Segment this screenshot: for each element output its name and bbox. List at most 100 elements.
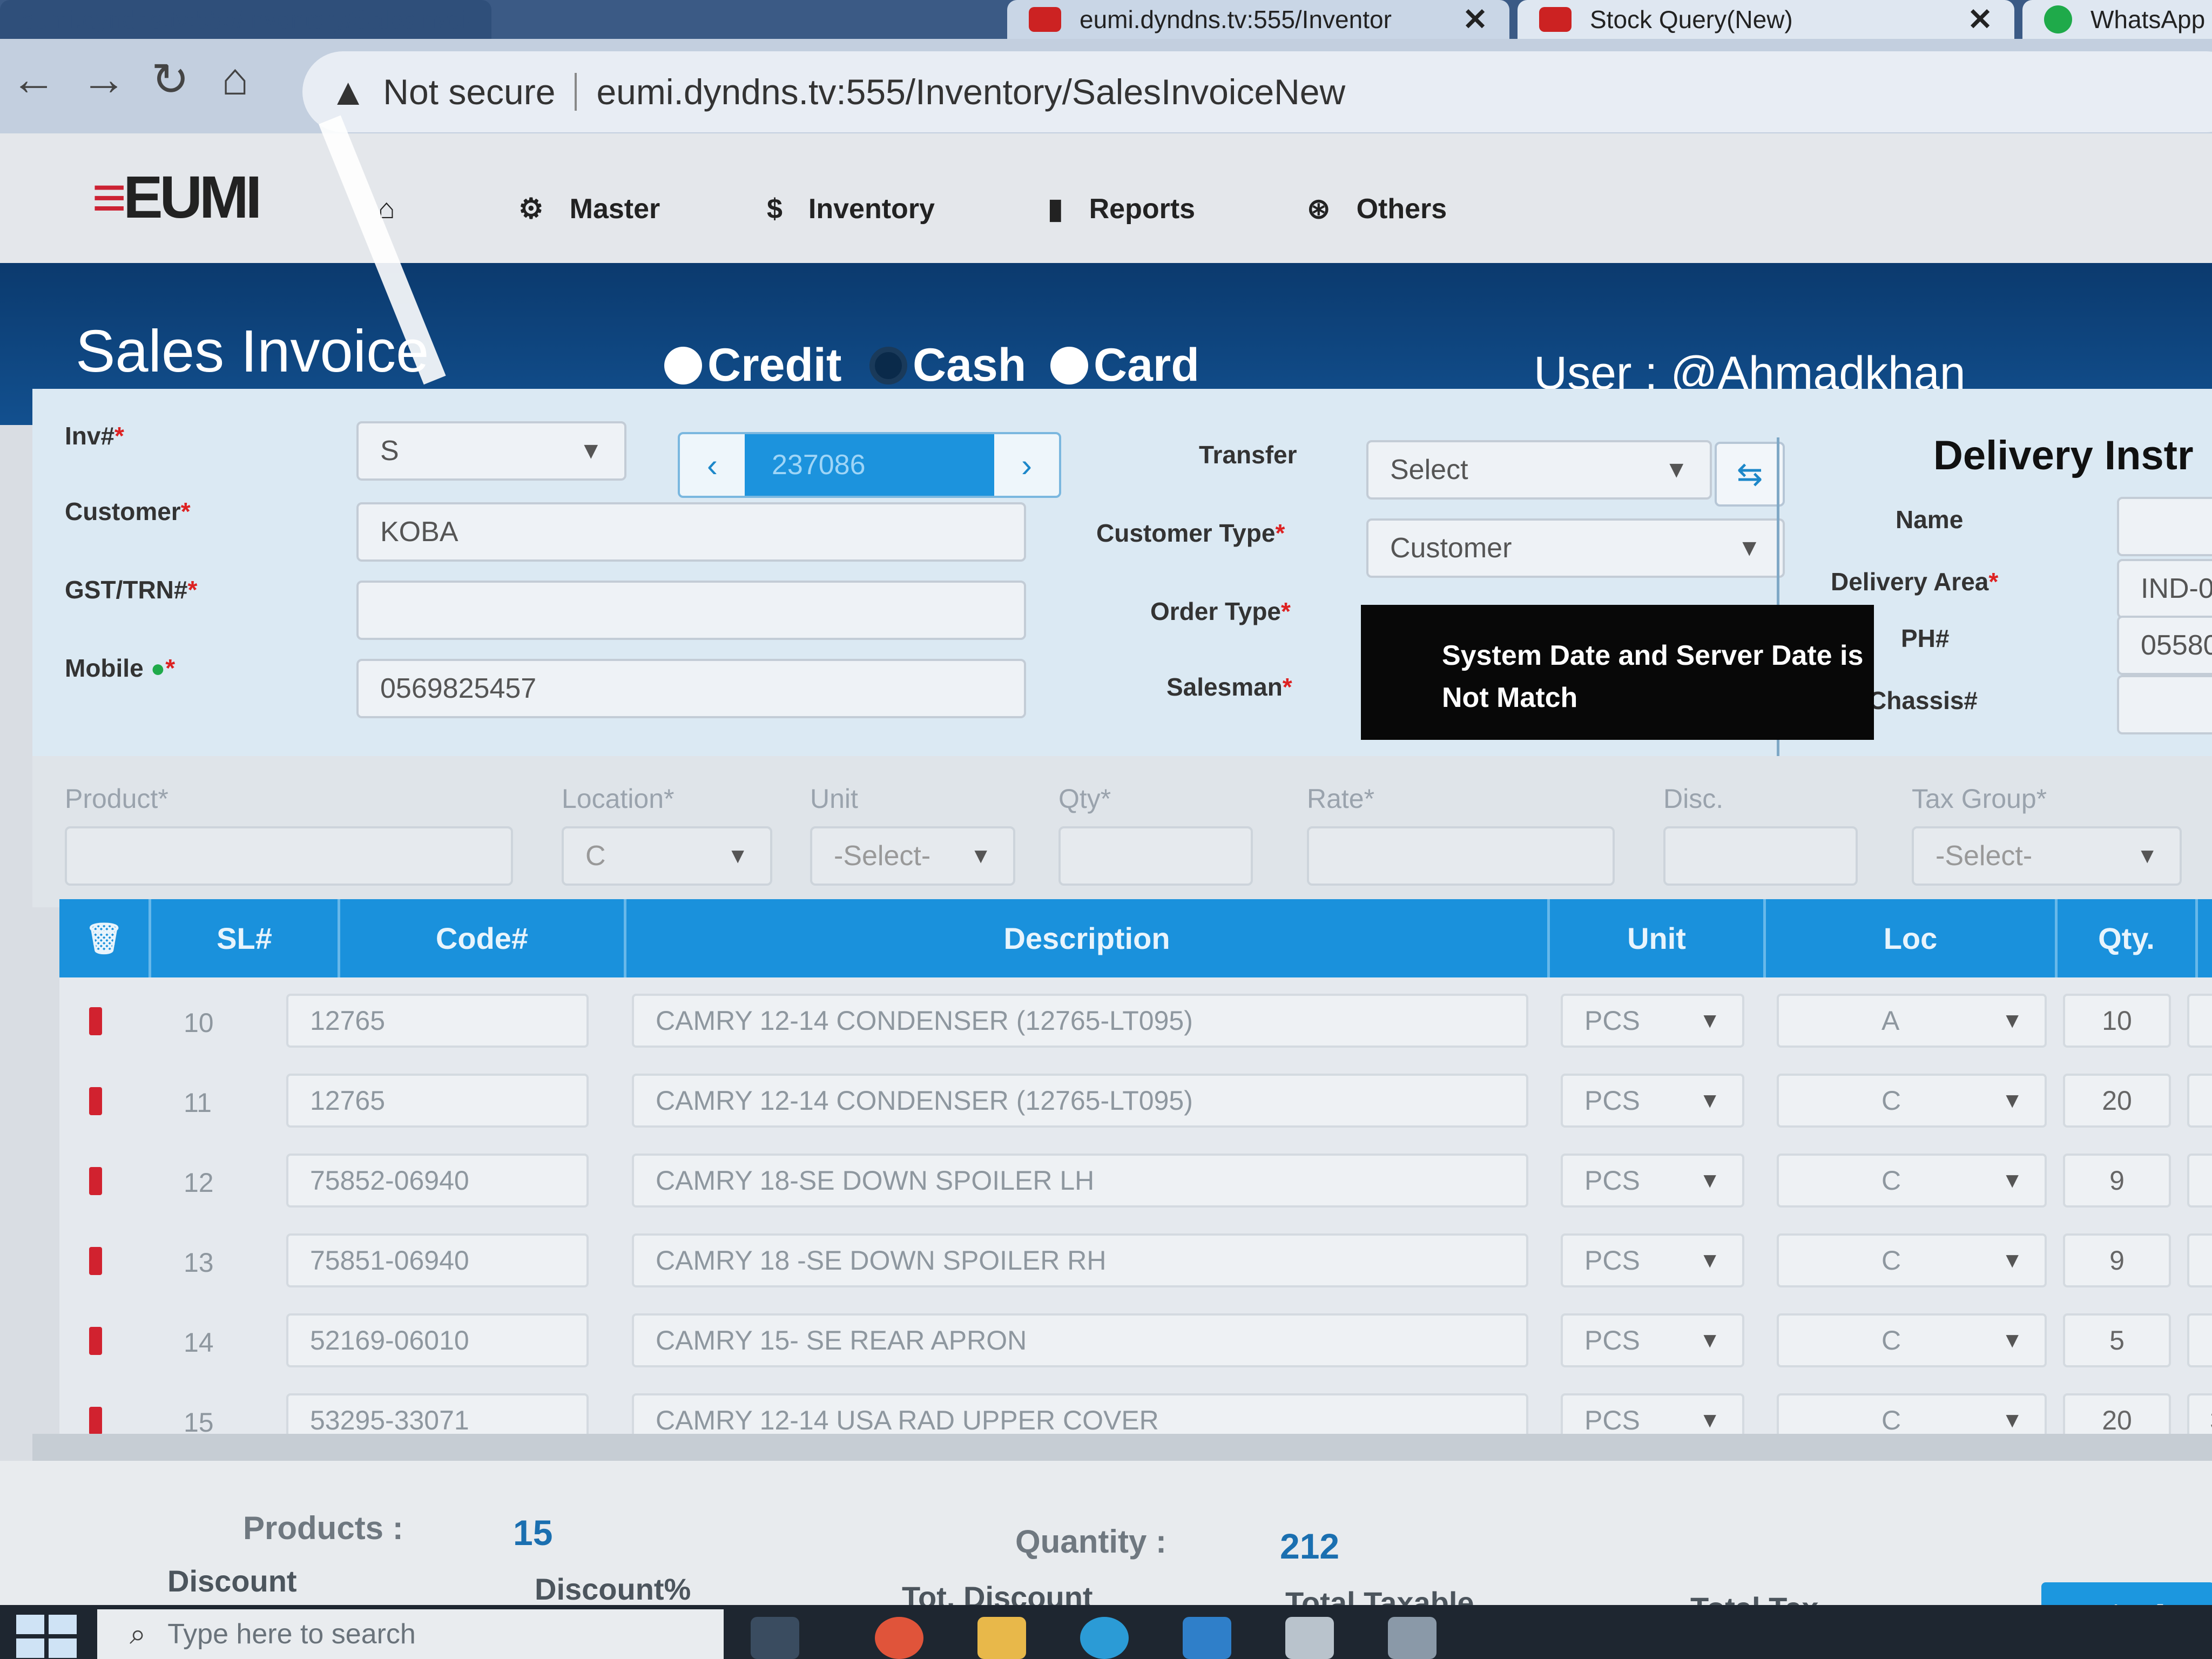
delete-row-icon[interactable] — [89, 1407, 102, 1435]
cell-unit-select[interactable]: PCS ▼ — [1561, 1233, 1744, 1287]
cell-loc-select[interactable]: C ▼ — [1777, 1074, 2047, 1128]
menu-inventory[interactable]: $ Inventory — [767, 193, 935, 225]
horizontal-scrollbar[interactable] — [32, 1434, 2212, 1461]
taskbar-search-input[interactable]: ⌕ Type here to search — [97, 1609, 724, 1659]
delete-row-icon[interactable] — [89, 1167, 102, 1195]
back-icon[interactable]: ← — [11, 53, 56, 105]
app-icon[interactable] — [1285, 1617, 1334, 1659]
delete-row-icon[interactable] — [89, 1327, 102, 1355]
product-input[interactable] — [65, 826, 513, 886]
cell-description[interactable]: CAMRY 18 -SE DOWN SPOILER RH — [632, 1233, 1528, 1287]
date-mismatch-tooltip: System Date and Server Date is Not Match — [1361, 605, 1874, 740]
invoice-number-stepper[interactable]: ‹ 237086 › — [678, 432, 1061, 498]
location-select[interactable]: C ▼ — [562, 826, 772, 886]
app-icon[interactable] — [1388, 1617, 1437, 1659]
cell-code[interactable]: 75851-06940 — [286, 1233, 589, 1287]
delivery-name-input[interactable] — [2117, 497, 2212, 556]
cell-unit-select[interactable]: PCS ▼ — [1561, 1154, 1744, 1208]
close-tab-icon[interactable]: ✕ — [1462, 2, 1488, 37]
invoice-number-input[interactable]: 237086 — [745, 434, 994, 496]
menu-others[interactable]: ⊛ Others — [1307, 193, 1447, 225]
cell-description[interactable]: CAMRY 15- SE REAR APRON — [632, 1313, 1528, 1367]
payment-radio-cash[interactable]: Cash — [869, 339, 1026, 392]
address-bar[interactable]: ▲ Not secure eumi.dyndns.tv:555/Inventor… — [302, 51, 2212, 132]
cell-code[interactable]: 12765 — [286, 994, 589, 1048]
store-icon[interactable] — [1183, 1617, 1231, 1659]
cell-loc-select[interactable]: C ▼ — [1777, 1233, 2047, 1287]
cell-rate-input[interactable]: 8 — [2187, 1074, 2212, 1128]
radio-label: Cash — [913, 339, 1027, 391]
payment-radio-credit[interactable]: Credit — [664, 339, 841, 392]
edge-icon[interactable] — [1080, 1617, 1129, 1659]
cell-unit-select[interactable]: PCS ▼ — [1561, 1313, 1744, 1367]
qty-input[interactable] — [1058, 826, 1253, 886]
others-icon: ⊛ — [1307, 193, 1331, 225]
customer-input[interactable]: KOBA — [356, 502, 1026, 562]
cell-qty-input[interactable]: 20 — [2063, 1074, 2171, 1128]
select-value: S — [380, 435, 399, 467]
invoice-series-select[interactable]: S ▼ — [356, 421, 626, 481]
delivery-area-input[interactable]: IND-0 — [2117, 559, 2212, 618]
transfer-swap-button[interactable]: ⇆ — [1715, 442, 1785, 507]
tab-title: eumi.dyndns.tv:555/Inventory/SalesInvoic… — [22, 5, 470, 33]
file-explorer-icon[interactable] — [977, 1617, 1026, 1659]
cell-sno: 12 — [184, 1168, 214, 1198]
cell-rate-input[interactable]: 15 — [2187, 1233, 2212, 1287]
customer-type-select[interactable]: Customer ▼ — [1366, 518, 1785, 578]
browser-tab[interactable]: eumi.dyndns.tv:555/Inventory/SalesInvoic… — [0, 0, 491, 39]
cell-rate-input[interactable]: 15 — [2187, 1154, 2212, 1208]
menu-reports[interactable]: ▮ Reports — [1048, 193, 1195, 225]
forward-icon[interactable]: → — [81, 53, 126, 105]
transfer-select[interactable]: Select ▼ — [1366, 440, 1712, 500]
products-count-value: 15 — [513, 1513, 553, 1553]
cell-loc-select[interactable]: A ▼ — [1777, 994, 2047, 1048]
windows-start-icon[interactable] — [16, 1615, 81, 1659]
chrome-icon[interactable] — [875, 1617, 923, 1659]
cell-qty-input[interactable]: 9 — [2063, 1233, 2171, 1287]
select-value: A — [1881, 1006, 1900, 1036]
cell-unit-select[interactable]: PCS ▼ — [1561, 994, 1744, 1048]
tax-group-select[interactable]: -Select- ▼ — [1912, 826, 2182, 886]
next-invoice-button[interactable]: › — [994, 434, 1059, 496]
select-value: C — [1881, 1165, 1901, 1196]
customer-label: Customer* — [65, 497, 191, 525]
browser-tab[interactable]: WhatsApp — [2022, 0, 2212, 39]
cell-description[interactable]: CAMRY 12-14 CONDENSER (12765-LT095) — [632, 1074, 1528, 1128]
cell-qty-input[interactable]: 10 — [2063, 994, 2171, 1048]
chassis-input[interactable] — [2117, 675, 2212, 734]
menu-master[interactable]: ⚙ Master — [518, 193, 660, 225]
cell-loc-select[interactable]: C ▼ — [1777, 1154, 2047, 1208]
cell-code[interactable]: 12765 — [286, 1074, 589, 1128]
reload-icon[interactable]: ↻ — [151, 53, 189, 106]
cell-description[interactable]: CAMRY 12-14 CONDENSER (12765-LT095) — [632, 994, 1528, 1048]
payment-radio-card[interactable]: Card — [1050, 339, 1199, 392]
prev-invoice-button[interactable]: ‹ — [680, 434, 745, 496]
cell-code[interactable]: 52169-06010 — [286, 1313, 589, 1367]
unit-select[interactable]: -Select- ▼ — [810, 826, 1015, 886]
cell-rate-input[interactable]: 16 — [2187, 1313, 2212, 1367]
ph-input[interactable]: 05580 — [2117, 616, 2212, 675]
home-icon[interactable]: ⌂ — [221, 53, 249, 105]
browser-tab[interactable]: eumi.dyndns.tv:555/Inventor ✕ — [1007, 0, 1509, 39]
cell-description[interactable]: CAMRY 18-SE DOWN SPOILER LH — [632, 1154, 1528, 1208]
mobile-input[interactable]: 0569825457 — [356, 659, 1026, 718]
cell-code[interactable]: 75852-06940 — [286, 1154, 589, 1208]
cell-unit-select[interactable]: PCS ▼ — [1561, 1074, 1744, 1128]
chevron-down-icon: ▼ — [1699, 1248, 1721, 1272]
cell-qty-input[interactable]: 9 — [2063, 1154, 2171, 1208]
task-view-icon[interactable] — [751, 1617, 799, 1659]
chevron-down-icon: ▼ — [1699, 1168, 1721, 1192]
rate-input[interactable] — [1307, 826, 1615, 886]
delete-row-icon[interactable] — [89, 1087, 102, 1115]
cell-qty-input[interactable]: 5 — [2063, 1313, 2171, 1367]
delete-row-icon[interactable] — [89, 1247, 102, 1275]
cell-loc-select[interactable]: C ▼ — [1777, 1313, 2047, 1367]
logo[interactable]: ≡EUMI — [92, 163, 262, 232]
discount-input[interactable] — [1663, 826, 1858, 886]
tab-title: Stock Query(New) — [1590, 5, 1793, 33]
delete-row-icon[interactable] — [89, 1007, 102, 1035]
browser-tab[interactable]: Stock Query(New) ✕ — [1518, 0, 2014, 39]
close-tab-icon[interactable]: ✕ — [1967, 2, 1993, 37]
gst-trn-input[interactable] — [356, 581, 1026, 640]
cell-rate-input[interactable]: 8 — [2187, 994, 2212, 1048]
